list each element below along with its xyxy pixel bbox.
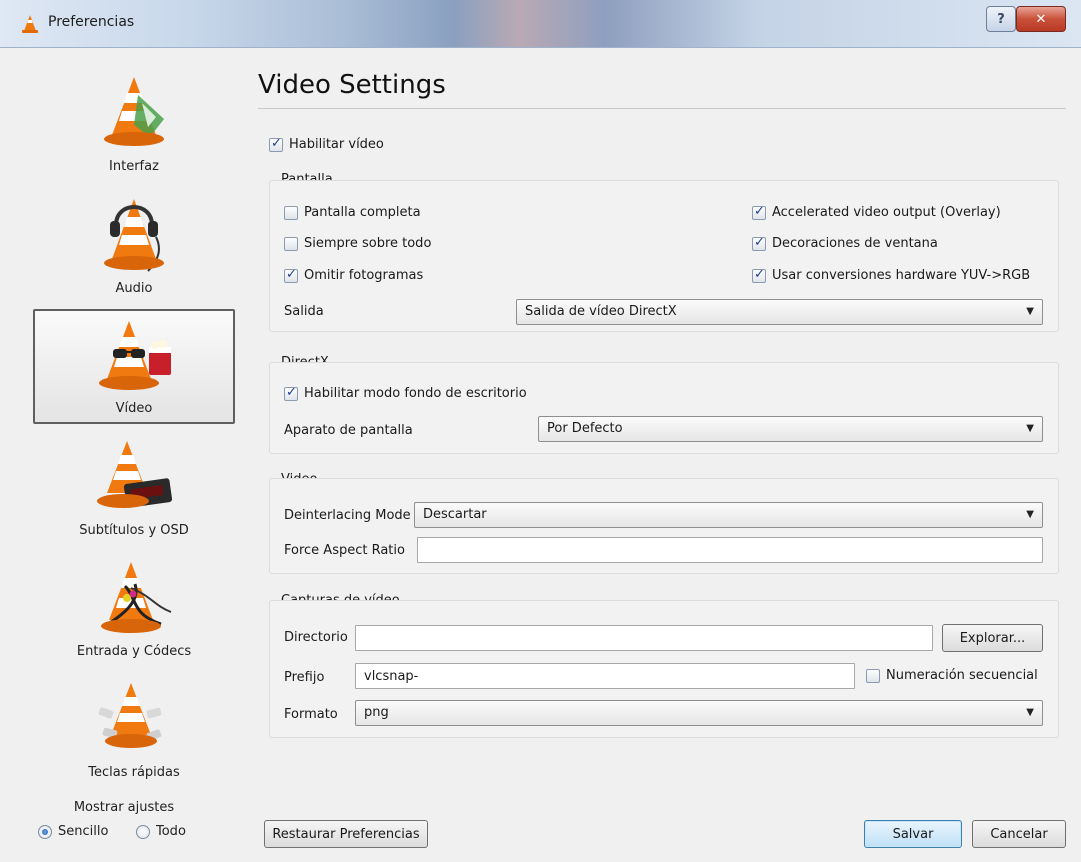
fullscreen-label: Pantalla completa [304, 205, 421, 220]
sidebar-item-label: Interfaz [109, 159, 159, 174]
prefix-label: Prefijo [284, 670, 325, 685]
enable-video-checkbox[interactable] [269, 136, 283, 152]
enable-video-option[interactable]: Habilitar vídeo [269, 136, 384, 152]
category-sidebar: Interfaz Audio Vídeo Subtítulos y OSD En… [0, 48, 248, 862]
title-divider [258, 108, 1066, 109]
deinterlace-value: Descartar [423, 507, 487, 522]
aspect-ratio-label: Force Aspect Ratio [284, 543, 405, 558]
simple-radio[interactable] [38, 824, 52, 839]
reset-preferences-button[interactable]: Restaurar Preferencias [264, 820, 428, 848]
format-label: Formato [284, 707, 338, 722]
video-glasses-cone-icon [99, 321, 171, 390]
all-radio-label: Todo [156, 824, 186, 839]
wallpaper-mode-checkbox[interactable] [284, 385, 298, 401]
cancel-button[interactable]: Cancelar [972, 820, 1066, 848]
save-button[interactable]: Salvar [864, 820, 962, 848]
always-on-top-option[interactable]: Siempre sobre todo [284, 236, 431, 251]
sidebar-item-label: Subtítulos y OSD [79, 523, 189, 538]
wallpaper-mode-option[interactable]: Habilitar modo fondo de escritorio [284, 385, 527, 401]
sequential-numbering-label: Numeración secuencial [886, 668, 1038, 683]
preferences-window: Preferencias ? ✕ Interfaz Audio Vídeo Su… [0, 0, 1081, 862]
sidebar-item-subtitles-osd[interactable]: Subtítulos y OSD [33, 430, 235, 545]
directory-input[interactable] [355, 625, 933, 651]
subtitles-clock-cone-icon [97, 441, 173, 508]
wallpaper-mode-label: Habilitar modo fondo de escritorio [304, 386, 527, 401]
window-decorations-option[interactable]: Decoraciones de ventana [752, 235, 938, 251]
directory-label: Directorio [284, 630, 348, 645]
drop-frames-checkbox[interactable] [284, 267, 298, 283]
browse-button[interactable]: Explorar... [942, 624, 1043, 652]
output-select[interactable]: Salida de vídeo DirectX ▼ [516, 299, 1043, 325]
prefix-input[interactable]: vlcsnap- [355, 663, 855, 689]
all-radio-option[interactable]: Todo [136, 824, 186, 839]
interface-cone-icon [104, 77, 164, 146]
display-device-value: Por Defecto [547, 421, 623, 436]
all-radio[interactable] [136, 824, 150, 839]
accelerated-output-option[interactable]: Accelerated video output (Overlay) [752, 204, 1001, 220]
sidebar-item-input-codecs[interactable]: Entrada y Códecs [33, 551, 235, 666]
window-title: Preferencias [48, 14, 135, 30]
always-on-top-label: Siempre sobre todo [304, 236, 432, 251]
simple-radio-label: Sencillo [58, 824, 109, 839]
hw-yuv-label: Usar conversiones hardware YUV->RGB [772, 268, 1031, 283]
close-icon: ✕ [1035, 11, 1047, 27]
window-decorations-checkbox[interactable] [752, 235, 766, 251]
close-button[interactable]: ✕ [1016, 6, 1066, 32]
output-label: Salida [284, 304, 324, 319]
simple-radio-option[interactable]: Sencillo [38, 824, 108, 839]
drop-frames-label: Omitir fotogramas [304, 268, 424, 283]
sidebar-item-label: Audio [115, 281, 153, 296]
chevron-down-icon: ▼ [1026, 509, 1034, 520]
title-bar[interactable]: Preferencias ? ✕ [0, 0, 1081, 48]
drop-frames-option[interactable]: Omitir fotogramas [284, 267, 424, 283]
sequential-numbering-checkbox[interactable] [866, 668, 880, 683]
sidebar-item-label: Entrada y Códecs [76, 644, 192, 659]
vlc-cone-icon [22, 15, 38, 33]
sidebar-item-label: Vídeo [115, 401, 153, 416]
display-device-select[interactable]: Por Defecto ▼ [538, 416, 1043, 442]
always-on-top-checkbox[interactable] [284, 236, 298, 251]
hw-yuv-option[interactable]: Usar conversiones hardware YUV->RGB [752, 267, 1031, 283]
fullscreen-option[interactable]: Pantalla completa [284, 205, 421, 220]
sidebar-item-label: Teclas rápidas [88, 765, 180, 780]
window-decorations-label: Decoraciones de ventana [772, 236, 938, 251]
aspect-ratio-input[interactable] [417, 537, 1043, 563]
deinterlace-select[interactable]: Descartar ▼ [414, 502, 1043, 528]
page-title: Video Settings [258, 70, 446, 100]
sidebar-item-audio[interactable]: Audio [33, 188, 235, 303]
accelerated-output-checkbox[interactable] [752, 204, 766, 220]
chevron-down-icon: ▼ [1026, 707, 1034, 718]
format-select[interactable]: png ▼ [355, 700, 1043, 726]
chevron-down-icon: ▼ [1026, 306, 1034, 317]
audio-headphones-cone-icon [104, 199, 164, 272]
format-value: png [364, 705, 389, 720]
fullscreen-checkbox[interactable] [284, 205, 298, 220]
hotkeys-keyboard-cone-icon [98, 683, 162, 748]
sidebar-item-hotkeys[interactable]: Teclas rápidas [33, 672, 235, 787]
output-select-value: Salida de vídeo DirectX [525, 304, 677, 319]
hw-yuv-checkbox[interactable] [752, 267, 766, 283]
sidebar-item-interface[interactable]: Interfaz [33, 66, 235, 181]
accelerated-output-label: Accelerated video output (Overlay) [772, 205, 1001, 220]
deinterlace-label: Deinterlacing Mode [284, 508, 411, 523]
input-codecs-cables-cone-icon [101, 562, 172, 633]
chevron-down-icon: ▼ [1026, 423, 1034, 434]
show-settings-label: Mostrar ajustes [73, 800, 175, 815]
display-device-label: Aparato de pantalla [284, 423, 413, 438]
sidebar-item-video[interactable]: Vídeo [33, 309, 235, 424]
sequential-numbering-option[interactable]: Numeración secuencial [866, 668, 1038, 683]
help-button[interactable]: ? [986, 6, 1016, 32]
enable-video-label: Habilitar vídeo [289, 137, 384, 152]
